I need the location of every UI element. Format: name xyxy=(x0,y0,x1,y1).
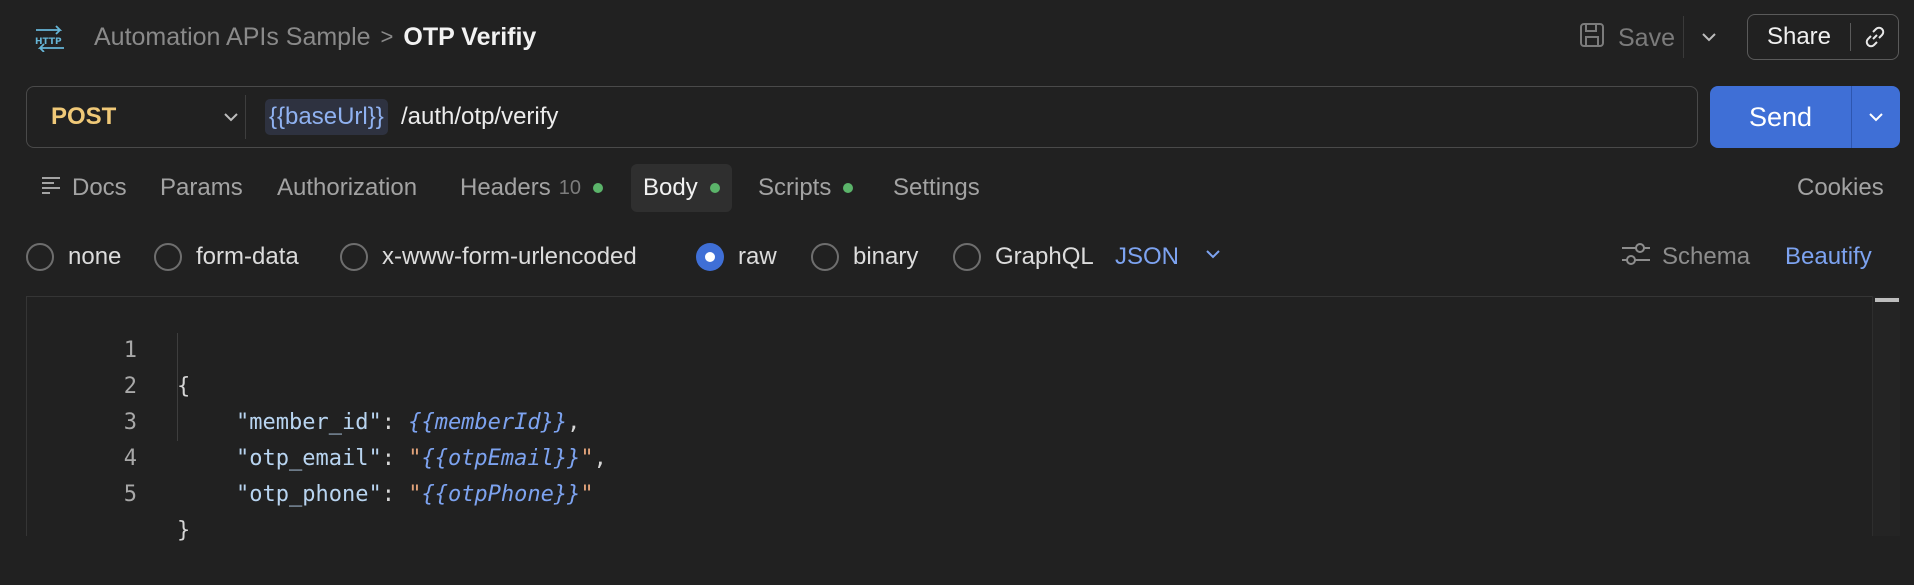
radio-circle[interactable] xyxy=(953,243,981,271)
divider xyxy=(1851,86,1852,148)
headers-count-badge: 10 xyxy=(558,176,581,199)
tab-label: Headers xyxy=(460,174,551,201)
cookies-label: Cookies xyxy=(1797,174,1884,201)
status-dot xyxy=(592,183,603,193)
radio-x-www-form-urlencoded[interactable]: x-www-form-urlencoded xyxy=(340,236,637,278)
schema-label: Schema xyxy=(1662,243,1751,270)
tab-scripts[interactable]: Scripts xyxy=(746,164,865,212)
request-title[interactable]: OTP Verifiy xyxy=(403,23,536,52)
chevron-down-icon[interactable] xyxy=(1698,26,1720,48)
code-line: 1 { xyxy=(27,297,1867,399)
method-select[interactable]: POST xyxy=(51,103,116,131)
tab-params[interactable]: Params xyxy=(148,164,255,212)
code-text: } xyxy=(177,518,191,543)
save-label: Save xyxy=(1618,23,1675,52)
code-editor[interactable]: 1 { 2 "member_id": {{memberId}}, 3 "otp_… xyxy=(26,296,1900,543)
breadcrumb-collection[interactable]: Automation APIs Sample xyxy=(94,23,371,52)
radio-label: x-www-form-urlencoded xyxy=(382,243,637,270)
radio-raw[interactable]: raw xyxy=(696,236,777,278)
code-line: 5 } xyxy=(27,441,1867,543)
template-variable: {{otpPhone}} xyxy=(421,482,581,507)
radio-none[interactable]: none xyxy=(26,236,121,278)
chevron-down-icon[interactable] xyxy=(1865,106,1887,128)
radio-label: GraphQL xyxy=(995,243,1094,270)
editor-scrollbar[interactable] xyxy=(1872,296,1900,536)
radio-label: raw xyxy=(738,243,777,270)
radio-form-data[interactable]: form-data xyxy=(154,236,299,278)
tab-settings[interactable]: Settings xyxy=(881,164,992,212)
status-dot xyxy=(843,183,854,193)
send-button[interactable]: Send xyxy=(1710,86,1900,148)
breadcrumb: Automation APIs Sample > OTP Verifiy xyxy=(94,18,536,56)
link-icon[interactable] xyxy=(1851,24,1898,50)
url-variable[interactable]: {{baseUrl}} xyxy=(265,99,388,135)
radio-circle[interactable] xyxy=(340,243,368,271)
divider xyxy=(245,95,246,139)
http-icon: HTTP xyxy=(32,24,68,53)
code-line: 3 "otp_email": "{{otpEmail}}", xyxy=(27,369,1867,471)
radio-circle[interactable] xyxy=(26,243,54,271)
share-button[interactable]: Share xyxy=(1747,14,1899,60)
tab-label: Docs xyxy=(72,174,127,201)
radio-label: form-data xyxy=(196,243,299,270)
tab-label: Scripts xyxy=(758,174,832,201)
scrollbar-thumb[interactable] xyxy=(1875,298,1899,302)
radio-circle[interactable] xyxy=(811,243,839,271)
request-tabs: Docs Params Authorization Headers 10 Bod… xyxy=(0,164,1914,214)
tab-label: Body xyxy=(643,174,698,201)
save-icon xyxy=(1578,21,1618,56)
code-text: "otp_phone": "{{otpPhone}}" xyxy=(236,482,594,507)
beautify-label: Beautify xyxy=(1785,243,1872,270)
schema-button[interactable]: Schema xyxy=(1620,236,1750,278)
chevron-down-icon xyxy=(1179,243,1223,271)
radio-binary[interactable]: binary xyxy=(811,236,918,278)
request-header: HTTP Automation APIs Sample > OTP Verifi… xyxy=(0,0,1914,74)
radio-circle[interactable] xyxy=(154,243,182,271)
url-input[interactable]: /auth/otp/verify xyxy=(401,99,558,135)
cookies-link[interactable]: Cookies xyxy=(1785,164,1896,212)
radio-graphql[interactable]: GraphQL xyxy=(953,236,1094,278)
tab-headers[interactable]: Headers 10 xyxy=(448,164,615,212)
status-dot xyxy=(709,183,720,193)
tab-label: Settings xyxy=(893,174,980,201)
chevron-down-icon[interactable] xyxy=(221,107,241,127)
radio-label: none xyxy=(68,243,122,270)
line-number: 5 xyxy=(123,482,137,507)
tab-body[interactable]: Body xyxy=(631,164,732,212)
code-line: 4 "otp_phone": "{{otpPhone}}" xyxy=(27,405,1867,507)
divider xyxy=(1683,16,1684,58)
url-bar: POST {{baseUrl}} /auth/otp/verify xyxy=(26,86,1698,148)
tab-label: Params xyxy=(160,174,243,201)
tab-label: Authorization xyxy=(277,174,418,201)
radio-label: binary xyxy=(853,243,919,270)
share-label: Share xyxy=(1766,23,1832,50)
sliders-icon xyxy=(1620,241,1662,274)
radio-circle-checked[interactable] xyxy=(696,243,724,271)
docs-icon xyxy=(40,174,62,202)
tab-docs[interactable]: Docs xyxy=(28,164,139,212)
raw-format-select[interactable]: JSON xyxy=(1115,236,1223,278)
breadcrumb-separator-icon: > xyxy=(380,24,394,49)
body-mode-selector: none form-data x-www-form-urlencoded raw… xyxy=(0,236,1914,278)
save-button[interactable]: Save xyxy=(1578,18,1675,58)
json-key: "otp_phone" xyxy=(236,482,382,507)
beautify-button[interactable]: Beautify xyxy=(1785,236,1872,278)
code-line: 2 "member_id": {{memberId}}, xyxy=(27,333,1867,435)
send-label: Send xyxy=(1748,101,1813,132)
raw-format-label: JSON xyxy=(1115,243,1180,270)
tab-authorization[interactable]: Authorization xyxy=(265,164,429,212)
svg-text:HTTP: HTTP xyxy=(35,37,62,47)
